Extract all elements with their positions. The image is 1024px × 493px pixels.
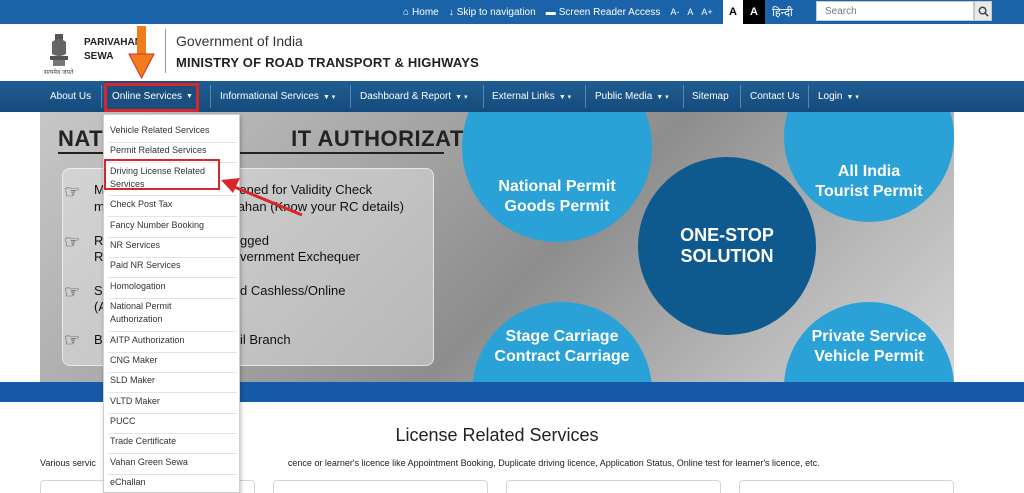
caret-down-icon: ▼ ▾ xyxy=(322,93,336,101)
page: ⌂ Home ↓ Skip to navigation ▬ Screen Rea… xyxy=(0,0,1024,493)
menu-item-paid-nr-services[interactable]: Paid NR Services xyxy=(110,259,236,272)
nav-separator xyxy=(683,85,684,108)
contrast-high-button[interactable]: A xyxy=(743,0,765,24)
nav-external-links[interactable]: External Links ▼ ▾ xyxy=(492,81,571,112)
menu-divider xyxy=(108,372,237,373)
home-icon: ⌂ xyxy=(403,6,410,18)
nav-separator xyxy=(350,85,351,108)
language-hindi-link[interactable]: हिन्दी xyxy=(772,0,793,24)
search-input[interactable] xyxy=(816,1,974,21)
font-decrease-button[interactable]: A- xyxy=(670,7,679,17)
menu-divider xyxy=(108,216,237,217)
menu-item-homologation[interactable]: Homologation xyxy=(110,280,236,293)
menu-divider xyxy=(108,277,237,278)
menu-divider xyxy=(108,392,237,393)
nav-public-media[interactable]: Public Media ▼ ▾ xyxy=(595,81,669,112)
menu-item-pucc[interactable]: PUCC xyxy=(110,415,236,428)
screen-reader-icon: ▬ xyxy=(545,6,556,18)
pointing-hand-icon: ☞ xyxy=(64,232,81,252)
search-icon xyxy=(978,6,989,17)
menu-item-echallan[interactable]: eChallan xyxy=(110,476,236,489)
nav-dashboard-report[interactable]: Dashboard & Report ▼ ▾ xyxy=(360,81,468,112)
nav-login[interactable]: Login ▼ ▾ xyxy=(818,81,859,112)
menu-divider xyxy=(108,195,237,196)
private-service-circle[interactable]: Private Service Vehicle Permit xyxy=(784,302,954,382)
search-button[interactable] xyxy=(974,1,992,21)
caret-down-icon: ▼ ▾ xyxy=(656,93,669,101)
nav-about-us[interactable]: About Us xyxy=(50,81,91,112)
screen-reader-link[interactable]: ▬ Screen Reader Access xyxy=(546,7,661,18)
home-link[interactable]: ⌂ Home xyxy=(403,7,439,18)
menu-item-national-permit-authorization[interactable]: National Permit Authorization xyxy=(110,300,236,326)
pointing-hand-icon: ☞ xyxy=(64,282,81,302)
menu-item-nr-services[interactable]: NR Services xyxy=(110,239,236,252)
nav-separator xyxy=(585,85,586,108)
nav-contact-us[interactable]: Contact Us xyxy=(750,81,799,112)
pointing-hand-icon: ☞ xyxy=(64,182,81,202)
driving-license-highlight-box xyxy=(104,159,220,190)
brand-name[interactable]: PARIVAHAN SEWA xyxy=(84,36,142,64)
skip-navigation-link[interactable]: ↓ Skip to navigation xyxy=(449,7,536,18)
caret-down-icon: ▼ ▾ xyxy=(558,93,572,101)
menu-divider xyxy=(108,298,237,299)
ministry-title: MINISTRY OF ROAD TRANSPORT & HIGHWAYS xyxy=(176,55,480,70)
nav-separator xyxy=(808,85,809,108)
pointing-hand-icon: ☞ xyxy=(64,330,81,350)
government-title: Government of India xyxy=(176,33,303,49)
menu-divider xyxy=(108,257,237,258)
nav-separator xyxy=(210,85,211,108)
menu-item-cng-maker[interactable]: CNG Maker xyxy=(110,354,236,367)
menu-item-permit-related-services[interactable]: Permit Related Services xyxy=(110,144,236,157)
contrast-normal-button[interactable]: A xyxy=(723,0,743,24)
service-card[interactable] xyxy=(273,480,488,493)
menu-item-aitp-authorization[interactable]: AITP Authorization xyxy=(110,334,236,347)
online-services-highlight-box xyxy=(104,83,199,112)
header-divider xyxy=(165,29,166,73)
stage-carriage-circle[interactable]: Stage Carriage Contract Carriage xyxy=(472,302,652,382)
menu-divider xyxy=(108,352,237,353)
menu-divider xyxy=(108,331,237,332)
nav-separator xyxy=(483,85,484,108)
menu-divider xyxy=(108,237,237,238)
menu-item-vahan-green-sewa[interactable]: Vahan Green Sewa xyxy=(110,456,236,469)
menu-item-trade-certificate[interactable]: Trade Certificate xyxy=(110,435,236,448)
nav-separator xyxy=(101,85,102,108)
menu-divider xyxy=(108,453,237,454)
menu-item-check-post-tax[interactable]: Check Post Tax xyxy=(110,198,236,211)
nav-sitemap[interactable]: Sitemap xyxy=(692,81,729,112)
nav-informational-services[interactable]: Informational Services ▼ ▾ xyxy=(220,81,335,112)
menu-item-vltd-maker[interactable]: VLTD Maker xyxy=(110,395,236,408)
menu-divider xyxy=(108,142,237,143)
menu-divider xyxy=(108,413,237,414)
tourist-permit-circle[interactable]: All India Tourist Permit xyxy=(784,112,954,222)
top-utility-bar: ⌂ Home ↓ Skip to navigation ▬ Screen Rea… xyxy=(0,0,1024,24)
menu-divider xyxy=(108,474,237,475)
caret-down-icon: ▼ ▾ xyxy=(455,93,468,101)
menu-item-sld-maker[interactable]: SLD Maker xyxy=(110,374,236,387)
menu-divider xyxy=(108,433,237,434)
nav-separator xyxy=(740,85,741,108)
font-increase-button[interactable]: A+ xyxy=(701,7,712,17)
menu-item-fancy-number-booking[interactable]: Fancy Number Booking xyxy=(110,219,236,232)
font-normal-button[interactable]: A xyxy=(687,7,693,17)
service-card[interactable] xyxy=(506,480,721,493)
national-permit-circle[interactable]: National Permit Goods Permit xyxy=(462,112,652,242)
caret-down-icon: ▼ ▾ xyxy=(846,93,859,101)
menu-item-vehicle-related-services[interactable]: Vehicle Related Services xyxy=(110,124,236,137)
emblem-motto: सत्यमेव जयते xyxy=(44,69,74,76)
service-card[interactable] xyxy=(739,480,954,493)
one-stop-solution-circle[interactable]: ONE-STOP SOLUTION xyxy=(638,157,816,335)
arrow-down-icon: ↓ xyxy=(448,6,454,18)
site-header: PARIVAHAN SEWA सत्यमेव जयते Government o… xyxy=(0,24,1024,80)
